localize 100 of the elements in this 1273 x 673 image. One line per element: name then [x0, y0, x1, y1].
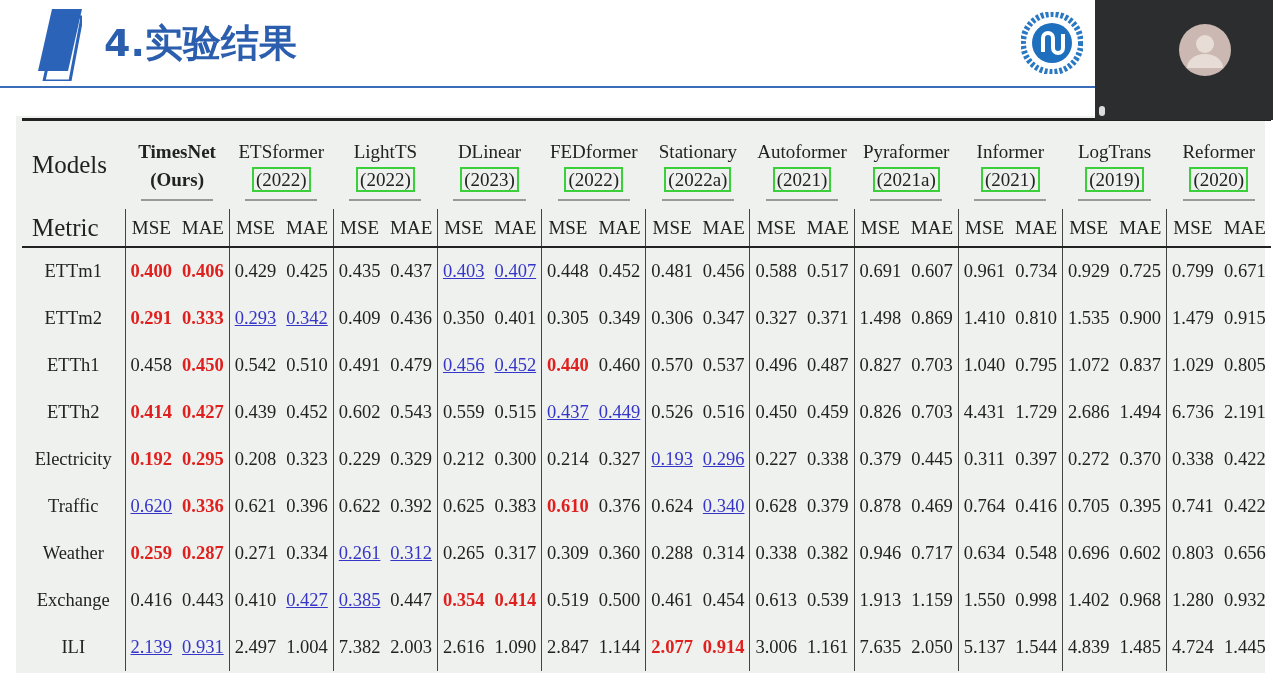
table-cell: 1.550 — [963, 590, 1006, 610]
table-cell: 1.535 — [1067, 308, 1110, 328]
table-cell: 1.485 — [1119, 637, 1162, 657]
table-cell: 0.439 — [234, 402, 277, 422]
table-cell: 0.537 — [702, 355, 745, 375]
metric-header: MAE — [390, 216, 433, 238]
table-cell: 0.717 — [911, 543, 953, 563]
table-cell: 0.625 — [442, 496, 485, 516]
table-cell: 0.805 — [1224, 355, 1266, 375]
metric-header: MAE — [910, 216, 954, 238]
table-cell: 0.810 — [1015, 308, 1057, 328]
metric-label: Metric — [32, 213, 99, 241]
table-cell: 0.400 — [130, 261, 173, 281]
table-cell: 0.416 — [1015, 496, 1057, 516]
table-cell: 0.305 — [547, 308, 589, 328]
table-cell: 0.395 — [1119, 496, 1162, 516]
table-cell: 0.459 — [807, 402, 849, 422]
citation-link[interactable]: (2021) — [981, 167, 1040, 192]
table-cell: 0.300 — [494, 449, 537, 469]
table-cell: 0.588 — [755, 261, 798, 281]
table-cell: 0.410 — [234, 590, 277, 610]
citation-link[interactable]: (2022a) — [664, 167, 732, 192]
table-cell: 0.371 — [807, 308, 849, 328]
table-cell: 0.931 — [182, 637, 224, 657]
table-cell: 0.379 — [807, 496, 849, 516]
table-cell: 0.703 — [911, 402, 953, 422]
table-cell: 0.622 — [338, 496, 381, 516]
table-cell: 0.968 — [1119, 590, 1162, 610]
table-cell: 6.736 — [1172, 402, 1214, 422]
table-cell: 0.487 — [807, 355, 849, 375]
table-cell: 0.338 — [807, 449, 849, 469]
table-cell: 0.295 — [182, 449, 224, 469]
citation-link[interactable]: (2022) — [564, 167, 624, 192]
table-cell: 0.392 — [390, 496, 432, 516]
citation-link[interactable]: (2019) — [1085, 167, 1144, 192]
table-cell: 0.452 — [286, 402, 328, 422]
table-cell: 0.961 — [963, 261, 1006, 281]
table-cell: 0.602 — [338, 402, 381, 422]
table-cell: 0.869 — [911, 308, 953, 328]
table-cell: 0.309 — [547, 543, 589, 563]
table-cell: 0.296 — [702, 449, 745, 469]
model-name: LogTrans — [1077, 141, 1152, 162]
table-cell: 0.229 — [338, 449, 381, 469]
table-cell: 0.350 — [442, 308, 485, 328]
model-name: Stationary — [658, 141, 737, 162]
models-label: Models — [32, 151, 107, 178]
table-cell: 1.479 — [1172, 308, 1214, 328]
table-cell: 1.004 — [286, 637, 328, 657]
table-cell: 2.139 — [130, 637, 173, 657]
table-cell: 0.479 — [390, 355, 432, 375]
table-cell: 0.435 — [338, 261, 381, 281]
citation-link[interactable]: (2020) — [1189, 167, 1249, 192]
model-name: LightTS — [353, 141, 418, 162]
table-cell: 1.445 — [1224, 637, 1266, 657]
table-cell: 0.287 — [182, 543, 224, 563]
table-cell: 0.360 — [598, 543, 641, 563]
table-cell: 0.214 — [547, 449, 589, 469]
table-cell: 2.050 — [911, 637, 953, 657]
citation-link[interactable]: (2021a) — [872, 167, 940, 192]
model-note: (Ours) — [150, 169, 204, 190]
dataset-name: ETTh2 — [47, 402, 100, 422]
table-cell: 1.072 — [1067, 355, 1110, 375]
table-cell: 0.323 — [286, 449, 328, 469]
table-cell: 1.544 — [1015, 637, 1057, 657]
table-cell: 0.734 — [1015, 261, 1057, 281]
table-cell: 0.656 — [1224, 543, 1266, 563]
table-cell: 0.510 — [286, 355, 328, 375]
table-cell: 0.517 — [807, 261, 849, 281]
table-cell: 1.498 — [859, 308, 902, 328]
citation-link[interactable]: (2022) — [356, 167, 415, 192]
table-cell: 0.696 — [1067, 543, 1110, 563]
table-cell: 0.414 — [130, 402, 173, 422]
dataset-name: ETTh1 — [47, 355, 100, 375]
table-cell: 0.212 — [442, 449, 485, 469]
metric-header: MSE — [756, 216, 796, 238]
table-cell: 0.448 — [547, 261, 589, 281]
table-cell: 0.291 — [130, 308, 173, 328]
table-cell: 0.946 — [859, 543, 902, 563]
citation-link[interactable]: (2023) — [460, 167, 519, 192]
table-cell: 0.634 — [963, 543, 1006, 563]
table-cell: 0.437 — [390, 261, 432, 281]
table-cell: 0.548 — [1015, 543, 1057, 563]
table-cell: 0.900 — [1119, 308, 1162, 328]
citation-link[interactable]: (2021) — [772, 167, 832, 192]
dataset-name: Exchange — [36, 590, 110, 610]
table-cell: 7.635 — [859, 637, 902, 657]
table-cell: 0.306 — [651, 308, 693, 328]
table-cell: 0.613 — [755, 590, 798, 610]
table-cell: 0.327 — [598, 449, 641, 469]
table-cell: 0.607 — [911, 261, 953, 281]
metric-header: MSE — [652, 216, 692, 238]
table-cell: 0.458 — [130, 355, 173, 375]
avatar-icon — [1179, 24, 1231, 76]
metric-header: MAE — [806, 216, 849, 238]
table-cell: 0.338 — [1172, 449, 1214, 469]
citation-link[interactable]: (2022) — [251, 167, 311, 192]
table-cell: 0.602 — [1119, 543, 1162, 563]
table-cell: 0.409 — [338, 308, 381, 328]
table-cell: 0.491 — [338, 355, 381, 375]
metric-header: MAE — [1119, 216, 1162, 238]
